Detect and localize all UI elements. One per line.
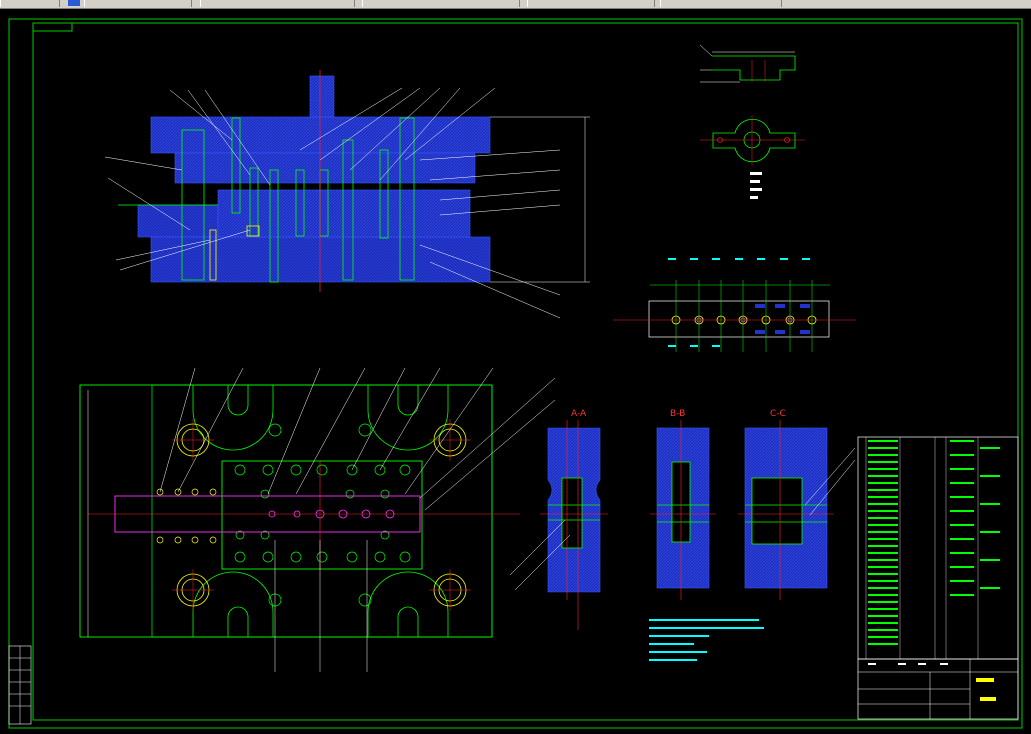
section-b-b[interactable]: B-B — [650, 409, 716, 600]
technical-notes — [649, 619, 764, 661]
toolbar-field-2[interactable] — [84, 0, 192, 7]
toolbar-field-5[interactable] — [527, 0, 655, 7]
section-c-label: C-C — [770, 409, 786, 419]
plan-view[interactable] — [79, 367, 556, 672]
toolbar-field-1[interactable] — [0, 0, 60, 7]
cad-drawing-canvas[interactable]: A-A B-B C-C — [0, 9, 1031, 734]
part-drawing-top[interactable] — [699, 44, 796, 83]
title-block — [857, 658, 1019, 720]
toolbar-field-6[interactable] — [660, 0, 782, 7]
section-c-c[interactable]: C-C — [738, 409, 856, 600]
left-margin-block — [8, 645, 32, 725]
toolbar-field-4[interactable] — [362, 0, 520, 7]
toolbar-field-3[interactable] — [200, 0, 355, 7]
section-a-label: A-A — [571, 409, 587, 419]
section-a-a[interactable]: A-A — [509, 409, 608, 630]
part-drawing-plan[interactable] — [700, 115, 805, 199]
strip-layout[interactable] — [613, 258, 856, 352]
toolbar-icon[interactable] — [68, 0, 80, 6]
front-section-view[interactable] — [104, 70, 590, 319]
cad-toolbar — [0, 0, 1031, 9]
section-b-label: B-B — [670, 409, 685, 419]
parts-list-table — [857, 436, 1019, 660]
